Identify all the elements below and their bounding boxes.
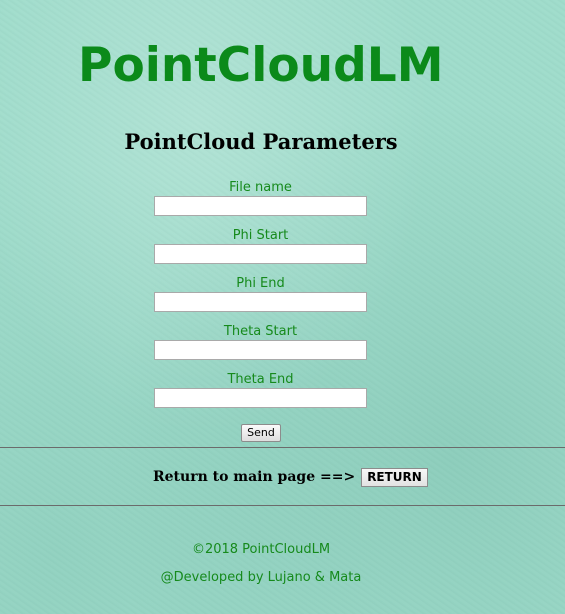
phi-end-field-group: Phi End bbox=[154, 276, 367, 324]
pointcloud-parameters-form: File name Phi Start Phi End Theta Start … bbox=[154, 180, 367, 420]
send-button[interactable]: Send bbox=[241, 423, 281, 442]
phi-start-label: Phi Start bbox=[232, 228, 289, 243]
footer-credits: @Developed by Lujano & Mata bbox=[160, 570, 362, 585]
theta-end-label: Theta End bbox=[227, 372, 294, 387]
divider-bottom bbox=[0, 505, 565, 506]
app-title: PointCloudLM bbox=[78, 38, 444, 93]
theta-start-label: Theta Start bbox=[223, 324, 298, 339]
send-row: Send bbox=[0, 421, 522, 442]
divider-top bbox=[0, 447, 565, 448]
phi-end-input[interactable] bbox=[154, 292, 367, 312]
return-label: Return to main page ==> bbox=[153, 469, 356, 485]
theta-start-field-group: Theta Start bbox=[154, 324, 367, 372]
file-name-label: File name bbox=[229, 180, 292, 195]
phi-start-input[interactable] bbox=[154, 244, 367, 264]
footer-copyright: ©2018 PointCloudLM bbox=[191, 542, 331, 557]
phi-end-label: Phi End bbox=[236, 276, 285, 291]
theta-end-field-group: Theta End bbox=[154, 372, 367, 420]
form-heading: PointCloud Parameters bbox=[124, 129, 398, 154]
file-name-field-group: File name bbox=[154, 180, 367, 228]
return-button[interactable]: RETURN bbox=[361, 467, 428, 487]
return-row: Return to main page ==> RETURN bbox=[153, 467, 428, 487]
theta-end-input[interactable] bbox=[154, 388, 367, 408]
phi-start-field-group: Phi Start bbox=[154, 228, 367, 276]
theta-start-input[interactable] bbox=[154, 340, 367, 360]
file-name-input[interactable] bbox=[154, 196, 367, 216]
